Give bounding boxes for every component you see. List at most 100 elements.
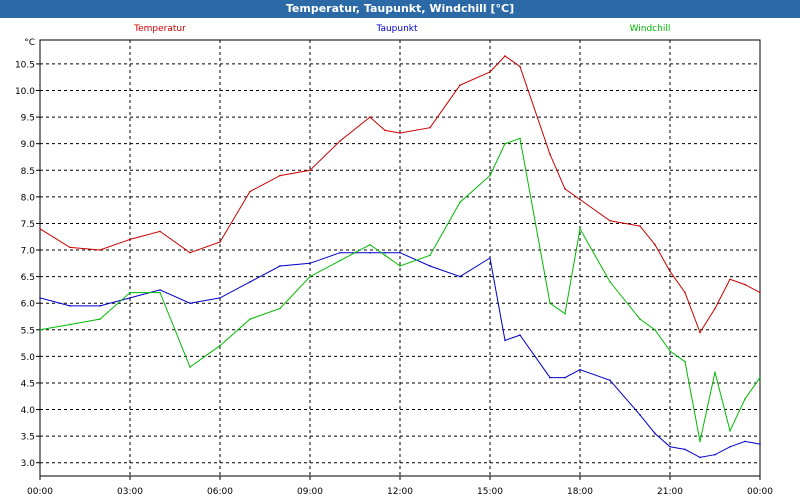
data-point-taupunkt (159, 289, 161, 291)
y-tick-label: 5.5 (21, 326, 35, 336)
x-tick-time-label: 12:00 (387, 487, 413, 497)
data-point-taupunkt (39, 297, 41, 299)
data-point-temperatur (699, 331, 701, 334)
data-point-temperatur (729, 278, 731, 281)
data-point-taupunkt (729, 445, 731, 448)
data-point-windchill (504, 142, 506, 145)
y-tick-label: 7.0 (21, 247, 36, 257)
y-tick-label: 8.0 (21, 193, 36, 203)
data-point-windchill (744, 398, 746, 400)
data-point-windchill (384, 254, 386, 257)
data-point-windchill (339, 259, 341, 262)
data-point-temperatur (609, 219, 611, 222)
data-point-temperatur (99, 249, 101, 251)
data-point-windchill (429, 254, 431, 257)
data-point-windchill (639, 318, 641, 320)
data-point-windchill (669, 350, 671, 352)
data-point-temperatur (39, 227, 41, 230)
y-tick-label: 9.0 (21, 140, 36, 150)
data-point-temperatur (249, 190, 251, 193)
data-point-windchill (279, 307, 281, 310)
y-tick-label: 7.5 (21, 220, 35, 230)
data-point-taupunkt (429, 265, 431, 267)
data-point-taupunkt (744, 440, 746, 443)
data-point-windchill (684, 360, 686, 363)
title-bar: Temperatur, Taupunkt, Windchill [°C] (0, 0, 800, 18)
data-point-taupunkt (639, 414, 641, 416)
data-point-temperatur (279, 174, 281, 177)
data-point-temperatur (219, 241, 221, 243)
y-unit-label: °C (24, 38, 35, 48)
data-point-taupunkt (459, 275, 461, 278)
data-point-taupunkt (699, 456, 701, 459)
data-point-taupunkt (759, 443, 761, 445)
data-point-temperatur (579, 198, 581, 201)
y-tick-label: 3.0 (21, 459, 36, 469)
data-point-taupunkt (279, 265, 281, 267)
data-point-taupunkt (519, 334, 521, 336)
data-point-temperatur (654, 243, 656, 246)
data-point-taupunkt (504, 339, 506, 342)
data-point-temperatur (369, 116, 371, 118)
data-point-windchill (489, 174, 491, 177)
data-point-temperatur (459, 84, 461, 86)
data-point-temperatur (684, 291, 686, 294)
data-point-taupunkt (339, 251, 341, 254)
data-point-windchill (369, 243, 371, 246)
data-point-temperatur (399, 132, 401, 134)
line-chart: 10.5 10.0 9.5 9.0 8.5 8.0 7.5 7.0 6.5 6.0 5.5 5.0 4.… (15, 24, 773, 497)
y-tick-label: 4.5 (21, 379, 35, 389)
y-tick-label: 8.5 (21, 167, 35, 177)
data-point-taupunkt (309, 262, 311, 265)
legend-temperatur: Temperatur (133, 24, 186, 34)
data-point-windchill (714, 371, 716, 374)
data-point-windchill (159, 291, 161, 294)
data-point-temperatur (669, 270, 671, 273)
data-point-taupunkt (399, 251, 401, 254)
data-point-windchill (69, 323, 71, 326)
legend: Temperatur Taupunkt Windchill (133, 24, 670, 34)
data-point-temperatur (759, 291, 761, 294)
data-point-temperatur (69, 246, 71, 249)
data-point-temperatur (564, 188, 566, 190)
data-point-windchill (219, 344, 221, 347)
data-point-temperatur (159, 230, 161, 233)
x-tick-time-label: 00:00 (27, 487, 53, 497)
data-point-temperatur (189, 251, 191, 254)
y-tick-label: 3.5 (21, 433, 35, 443)
data-point-temperatur (549, 153, 551, 156)
x-tick-time-label: 15:00 (477, 487, 503, 497)
y-tick-label: 9.5 (21, 114, 35, 124)
chart-title: Temperatur, Taupunkt, Windchill [°C] (285, 2, 515, 15)
data-point-windchill (399, 265, 401, 267)
data-point-taupunkt (489, 257, 491, 259)
x-tick-time-label: 03:00 (117, 487, 143, 497)
data-point-windchill (609, 281, 611, 283)
chart-window: Temperatur, Taupunkt, Windchill [°C] 10.… (0, 0, 800, 500)
data-point-taupunkt (249, 281, 251, 283)
x-tick-time-label: 06:00 (207, 487, 233, 497)
data-point-taupunkt (219, 297, 221, 299)
data-point-windchill (549, 302, 551, 304)
legend-windchill: Windchill (630, 24, 671, 34)
data-point-windchill (99, 318, 101, 320)
data-point-windchill (654, 328, 656, 331)
data-point-windchill (699, 440, 701, 443)
data-point-taupunkt (564, 376, 566, 379)
data-point-windchill (564, 313, 566, 315)
legend-taupunkt: Taupunkt (375, 24, 418, 34)
data-point-windchill (519, 137, 521, 140)
data-point-temperatur (384, 129, 386, 132)
data-point-windchill (729, 430, 731, 432)
x-tick-time-label: 09:00 (297, 487, 323, 497)
data-point-taupunkt (714, 453, 716, 456)
data-point-temperatur (309, 169, 311, 172)
data-point-taupunkt (384, 251, 386, 254)
data-point-temperatur (519, 65, 521, 68)
data-point-temperatur (489, 71, 491, 73)
data-point-taupunkt (654, 432, 656, 435)
data-point-taupunkt (369, 251, 371, 254)
data-point-taupunkt (669, 445, 671, 448)
data-point-taupunkt (129, 297, 131, 299)
y-tick-label: 4.0 (21, 406, 36, 416)
